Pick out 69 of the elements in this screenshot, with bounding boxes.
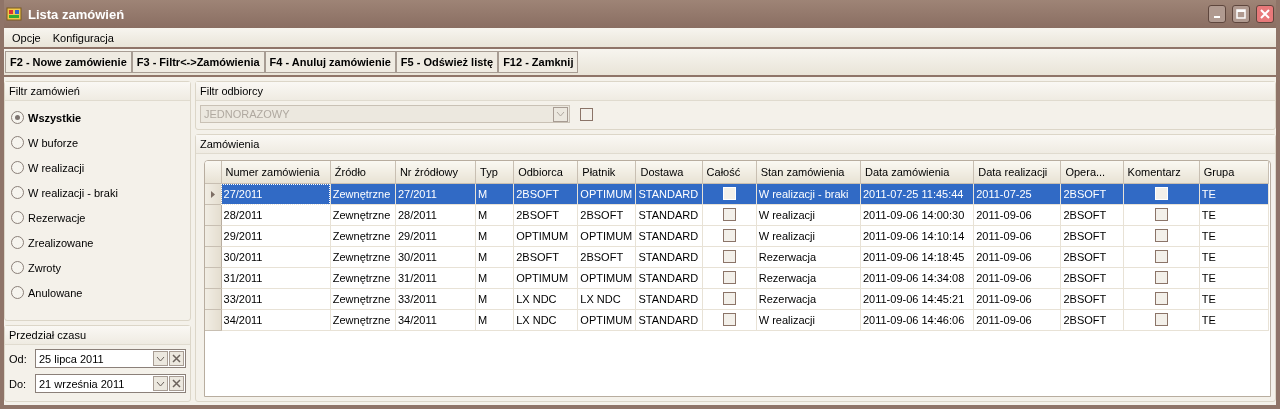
radio-label[interactable]: Zrealizowane (28, 236, 94, 249)
column-header[interactable]: Data zamówienia (860, 161, 974, 184)
column-header[interactable]: Całość (702, 161, 757, 184)
radio-label[interactable]: Zwroty (28, 261, 61, 274)
checkbox[interactable] (1154, 270, 1168, 284)
date-field[interactable]: 21 września 2011 (35, 374, 186, 393)
checkbox[interactable] (722, 207, 736, 221)
column-header[interactable]: Stan zamówienia (756, 161, 861, 184)
field-label: Do: (9, 377, 28, 390)
checkbox[interactable] (1154, 291, 1168, 305)
checkbox[interactable] (722, 291, 736, 305)
date-field[interactable]: 25 lipca 2011 (35, 349, 186, 368)
radio-label[interactable]: W realizacji - braki (28, 186, 118, 199)
radio-button[interactable] (11, 111, 24, 124)
field-label: Od: (9, 352, 28, 365)
group-title: Filtr zamówień (5, 82, 190, 101)
column-header[interactable]: Numer zamówienia (221, 161, 331, 184)
maximize-button[interactable] (1232, 5, 1250, 23)
toolbar-button[interactable]: F5 - Odśwież listę (395, 51, 499, 73)
row-pointer-icon (210, 191, 215, 198)
column-header[interactable]: Typ (475, 161, 514, 184)
checkbox[interactable] (722, 312, 736, 326)
group-title: Przedział czasu (5, 326, 190, 345)
radio-label[interactable]: W realizacji (28, 161, 85, 174)
checkbox[interactable] (722, 228, 736, 242)
checkbox[interactable] (1154, 207, 1168, 221)
radio-button[interactable] (11, 236, 24, 249)
clear-icon[interactable] (169, 351, 184, 366)
column-header[interactable]: Źródło (330, 161, 396, 184)
dropdown-icon[interactable] (153, 376, 168, 391)
radio-label[interactable]: W buforze (28, 136, 79, 149)
toolbar-button[interactable]: F4 - Anuluj zamówienie (264, 51, 396, 73)
column-header[interactable]: Komentarz (1123, 161, 1200, 184)
column-header[interactable]: Odbiorca (513, 161, 578, 184)
checkbox[interactable] (722, 249, 736, 263)
close-button[interactable] (1256, 5, 1274, 23)
radio-button[interactable] (11, 286, 24, 299)
radio-button[interactable] (11, 186, 24, 199)
column-header[interactable]: Grupa (1199, 161, 1269, 184)
radio-label[interactable]: Wszystkie (28, 111, 82, 124)
column-header[interactable]: Opera... (1060, 161, 1124, 184)
radio-label[interactable]: Anulowane (28, 286, 83, 299)
radio-button[interactable] (11, 161, 24, 174)
group-title: Filtr odbiorcy (196, 82, 1275, 101)
column-header[interactable]: Dostawa (635, 161, 703, 184)
window-title: Lista zamówień (28, 6, 126, 22)
toolbar-button[interactable]: F2 - Nowe zamówienie (5, 51, 132, 73)
column-header[interactable]: Nr źródłowy (395, 161, 476, 184)
dropdown-icon[interactable] (153, 351, 168, 366)
app-icon (6, 6, 22, 22)
column-header[interactable]: Data realizacji (973, 161, 1061, 184)
checkbox[interactable] (1154, 249, 1168, 263)
maximize-icon (1236, 9, 1246, 19)
checkbox[interactable] (722, 270, 736, 284)
column-header[interactable]: Płatnik (577, 161, 636, 184)
checkbox[interactable] (1154, 312, 1168, 326)
menu-item[interactable]: Opcje (6, 31, 47, 44)
close-icon (1260, 9, 1270, 19)
checkbox[interactable] (1154, 228, 1168, 242)
minimize-button[interactable] (1208, 5, 1226, 23)
clear-icon[interactable] (169, 376, 184, 391)
radio-button[interactable] (11, 261, 24, 274)
toolbar-button[interactable]: F12 - Zamknij (498, 51, 579, 73)
menu-item[interactable]: Konfiguracja (46, 31, 120, 44)
toolbar-button[interactable]: F3 - Filtr<->Zamówienia (131, 51, 265, 73)
radio-button[interactable] (11, 136, 24, 149)
radio-label[interactable]: Rezerwacje (28, 211, 86, 224)
group-title: Zamówienia (196, 135, 1275, 154)
radio-button[interactable] (11, 211, 24, 224)
